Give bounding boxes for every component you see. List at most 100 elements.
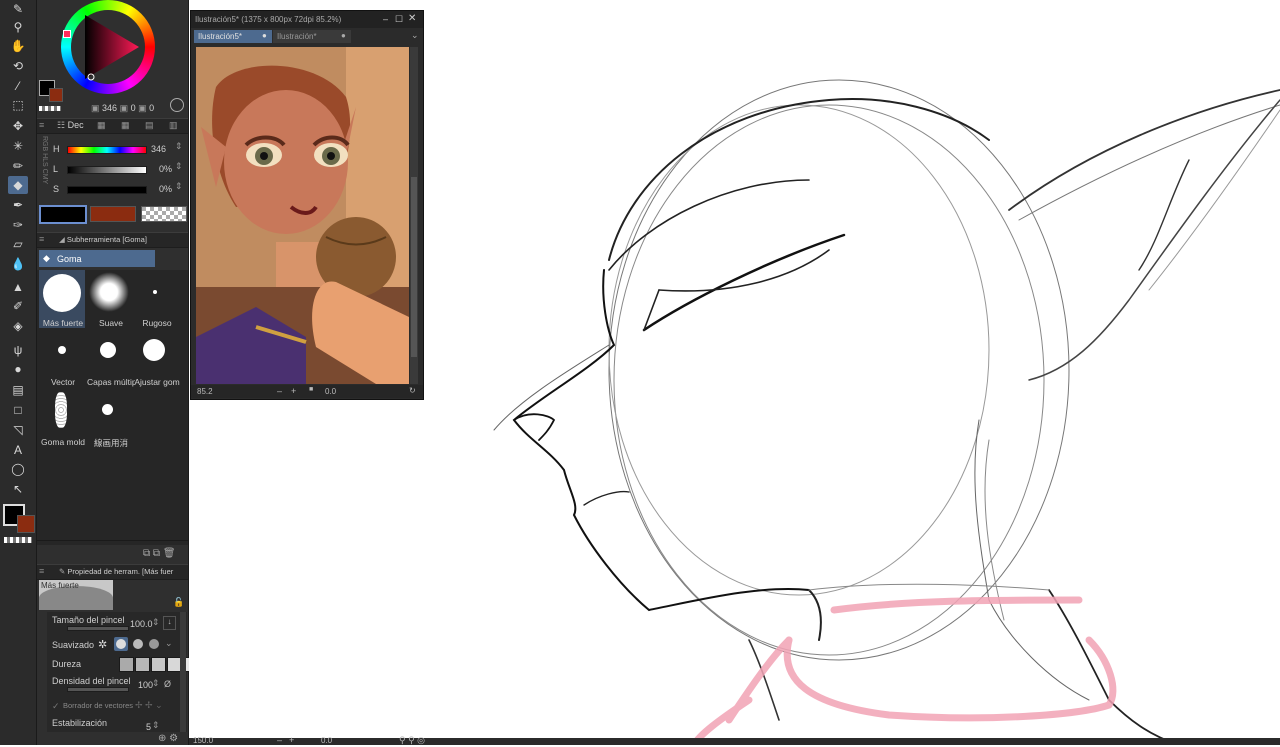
hand-tool-icon[interactable]: ✋ <box>8 37 28 55</box>
color-wheel-mode-icon[interactable] <box>170 98 184 112</box>
slider-sub-swatch[interactable] <box>90 206 136 222</box>
sub-color-swatch[interactable] <box>17 515 35 533</box>
transparent-color-swatch[interactable] <box>4 537 32 543</box>
magic-wand-tool-icon[interactable]: ✳ <box>8 137 28 155</box>
smoothing-option[interactable] <box>133 639 143 649</box>
ink-pen-tool-icon[interactable]: ✑ <box>8 216 28 234</box>
duplicate-subtool-icon[interactable]: ⧉ <box>153 548 160 559</box>
navigator-preview-image[interactable] <box>196 47 409 384</box>
zoom-out-button[interactable]: – <box>277 386 282 396</box>
navigator-window[interactable]: Ilustración5* (1375 x 800px 72dpi 85.2%)… <box>190 10 424 400</box>
airbrush-tool-icon[interactable]: ▲ <box>8 278 28 296</box>
lasso-tool-icon[interactable]: ◯ <box>8 460 28 478</box>
brush-item[interactable]: Capas múltip <box>87 332 135 388</box>
object-tool-icon[interactable]: ↖ <box>8 480 28 498</box>
navigator-rotation-value[interactable]: 0.0 <box>325 387 336 396</box>
panel-menu-icon[interactable]: ≡ <box>39 566 44 576</box>
canvas-zoom-in-button[interactable]: + <box>289 735 294 745</box>
tab-color-history-icon[interactable]: ▥ <box>169 120 178 131</box>
lock-icon[interactable]: 🔓 <box>173 597 184 608</box>
frame-tool-icon[interactable]: □ <box>8 401 28 419</box>
panel-menu-icon[interactable]: ≡ <box>39 120 44 130</box>
ruler-eraser-icon[interactable]: ▱ <box>8 235 28 253</box>
brush-size-pressure-icon[interactable]: ↓ <box>163 616 176 630</box>
tab-approx-color-icon[interactable]: ▤ <box>145 120 154 131</box>
tab-intermediate-color-icon[interactable]: ▦ <box>121 120 130 131</box>
eraser-tool-icon[interactable]: ◆ <box>8 176 28 194</box>
slider-main-swatch[interactable] <box>39 205 87 224</box>
navigator-title-bar[interactable]: Ilustración5* (1375 x 800px 72dpi 85.2%)… <box>191 11 423 28</box>
brush-size-value[interactable]: 100.0 <box>130 619 153 629</box>
brush-item[interactable]: Suave <box>87 270 131 328</box>
zoom-tool-icon[interactable]: ⚲ <box>8 18 28 36</box>
slider-transparent-swatch[interactable] <box>141 206 187 222</box>
density-pressure-icon[interactable]: Ø <box>164 679 171 689</box>
tab-ilustracion5[interactable]: Ilustración5* ● <box>194 30 272 43</box>
smoothing-option[interactable] <box>149 639 159 649</box>
selection-tool-icon[interactable]: ⬚ <box>8 96 28 114</box>
balloon-tool-icon[interactable]: ◹ <box>8 421 28 439</box>
brush-item[interactable]: Rugoso <box>133 270 177 328</box>
move-tool-icon[interactable]: ✥ <box>8 117 28 135</box>
gradient-tool-icon[interactable]: ● <box>8 360 28 378</box>
canvas-rotation-value[interactable]: 0.0 <box>321 736 332 745</box>
copy-subtool-icon[interactable]: ⧉ <box>143 548 150 559</box>
fill-tool-icon[interactable]: ◈ <box>8 317 28 335</box>
grass-tool-icon[interactable]: ψ <box>8 341 28 359</box>
s-spinner-icon[interactable]: ⇕ <box>175 181 183 192</box>
brush-tool-icon[interactable]: ✒ <box>8 196 28 214</box>
hardness-option[interactable] <box>119 657 134 672</box>
navigator-scrollbar[interactable] <box>410 47 418 384</box>
property-scrollbar[interactable] <box>180 612 186 732</box>
density-value[interactable]: 100 <box>138 680 153 690</box>
brush-size-slider[interactable] <box>67 626 129 631</box>
eyedropper-tool-icon[interactable]: ⁄ <box>8 77 28 95</box>
delete-subtool-icon[interactable]: 🗑 <box>163 548 176 559</box>
rotate-tool-icon[interactable]: ⟲ <box>8 57 28 75</box>
blend-tool-icon[interactable]: 💧 <box>8 255 28 273</box>
decoration-tool-icon[interactable]: ✐ <box>8 297 28 315</box>
brush-item[interactable]: Vector <box>39 332 83 388</box>
hue-marker[interactable] <box>63 30 71 38</box>
panel-menu-icon[interactable]: ≡ <box>39 234 44 244</box>
close-icon[interactable]: ✕ <box>408 13 416 24</box>
property-footer-icons[interactable]: ⊕ ⚙ <box>158 733 178 744</box>
chevron-down-icon[interactable]: ⌄ <box>411 30 419 41</box>
stabilization-spinner-icon[interactable]: ⇕ <box>152 720 160 731</box>
reset-rotation-icon[interactable]: ↻ <box>409 386 416 395</box>
hardness-option[interactable] <box>151 657 166 672</box>
zoom-in-button[interactable]: + <box>291 386 296 396</box>
minimize-icon[interactable]: – <box>383 14 388 24</box>
brush-item[interactable]: Ajustar gom <box>133 332 180 388</box>
pencil-tool-icon[interactable]: ✏ <box>8 157 28 175</box>
tab-color-slider[interactable]: ☷ Dec <box>57 120 84 131</box>
pen-tool-icon[interactable]: ✎ <box>8 0 28 18</box>
hue-slider[interactable] <box>67 146 147 154</box>
h-spinner-icon[interactable]: ⇕ <box>175 141 183 152</box>
figure-tool-icon[interactable]: ▤ <box>8 381 28 399</box>
slider-mode-tabs[interactable]: RGB HLS CMY <box>41 136 48 184</box>
subtool-group-goma[interactable]: ◆ Goma <box>39 250 155 267</box>
smoothing-none-icon[interactable]: ✲ <box>98 638 111 651</box>
canvas-zoom-out-button[interactable]: – <box>277 735 282 745</box>
wheel-transparent-swatch[interactable] <box>39 106 61 111</box>
density-spinner-icon[interactable]: ⇕ <box>152 678 160 689</box>
lightness-slider[interactable] <box>67 166 147 174</box>
stabilization-value[interactable]: 5 <box>146 722 151 732</box>
tab-color-set-icon[interactable]: ▦ <box>97 120 106 131</box>
brush-item[interactable]: Goma mold <box>39 390 85 447</box>
vector-eraser-checkbox[interactable]: ✓ <box>52 701 60 712</box>
navigator-zoom-value[interactable]: 85.2 <box>197 387 213 396</box>
density-slider[interactable] <box>67 687 129 692</box>
l-spinner-icon[interactable]: ⇕ <box>175 161 183 172</box>
hardness-option[interactable] <box>135 657 150 672</box>
text-tool-icon[interactable]: A <box>8 441 28 459</box>
brush-size-spinner-icon[interactable]: ⇕ <box>152 617 160 628</box>
fit-icon[interactable]: ■ <box>309 386 313 393</box>
canvas-zoom-icons[interactable]: ⚲ ⚲ ◎ <box>399 735 425 746</box>
saturation-slider[interactable] <box>67 186 147 194</box>
maximize-icon[interactable]: ☐ <box>395 14 403 25</box>
canvas-zoom-value[interactable]: 150.0 <box>193 736 213 745</box>
tab-ilustracion[interactable]: Ilustración* ● <box>273 30 351 43</box>
brush-item[interactable]: Más fuerte <box>39 270 85 328</box>
